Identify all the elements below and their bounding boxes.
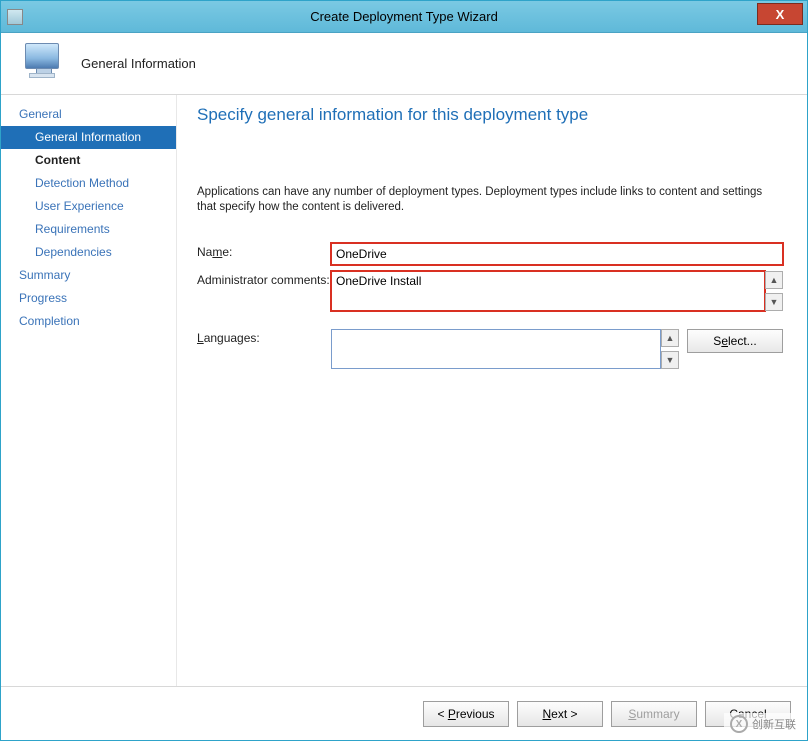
sidebar-item-summary[interactable]: Summary [1, 264, 176, 287]
name-input[interactable] [331, 243, 783, 265]
sidebar-item-general-information[interactable]: General Information [1, 126, 176, 149]
watermark: X 创新互联 [724, 713, 802, 735]
watermark-logo-icon: X [730, 715, 748, 733]
computer-icon [19, 43, 63, 85]
sidebar-item-content[interactable]: Content [1, 149, 176, 172]
sidebar-item-dependencies[interactable]: Dependencies [1, 241, 176, 264]
sidebar-item-detection-method[interactable]: Detection Method [1, 172, 176, 195]
name-label: Name: [197, 243, 331, 259]
titlebar: Create Deployment Type Wizard X [1, 1, 807, 33]
page-description: Applications can have any number of depl… [197, 185, 783, 215]
languages-scroll: ▲ ▼ [661, 329, 679, 369]
next-button[interactable]: Next > [517, 701, 603, 727]
name-row: Name: [197, 243, 783, 265]
previous-button[interactable]: < Previous [423, 701, 509, 727]
header-title: General Information [81, 56, 196, 71]
sidebar-item-progress[interactable]: Progress [1, 287, 176, 310]
wizard-header: General Information [1, 33, 807, 95]
close-button[interactable]: X [757, 3, 803, 25]
scroll-down-icon[interactable]: ▼ [765, 293, 783, 311]
select-languages-button[interactable]: Select... [687, 329, 783, 353]
comments-row: Administrator comments: ▲ ▼ [197, 271, 783, 311]
window-title: Create Deployment Type Wizard [1, 9, 807, 24]
page-heading: Specify general information for this dep… [197, 105, 783, 125]
wizard-body: General General Information Content Dete… [1, 95, 807, 686]
scroll-down-icon[interactable]: ▼ [661, 351, 679, 369]
sidebar: General General Information Content Dete… [1, 95, 177, 686]
sidebar-item-requirements[interactable]: Requirements [1, 218, 176, 241]
languages-row: Languages: ▲ ▼ Select... [197, 329, 783, 369]
scroll-up-icon[interactable]: ▲ [765, 271, 783, 289]
summary-button: Summary [611, 701, 697, 727]
sidebar-item-general[interactable]: General [1, 103, 176, 126]
sidebar-item-completion[interactable]: Completion [1, 310, 176, 333]
scroll-up-icon[interactable]: ▲ [661, 329, 679, 347]
wizard-window: Create Deployment Type Wizard X General … [0, 0, 808, 741]
wizard-footer: < Previous Next > Summary Cancel [1, 686, 807, 740]
languages-label: Languages: [197, 329, 331, 345]
comments-scroll: ▲ ▼ [765, 271, 783, 311]
comments-textarea[interactable] [331, 271, 765, 311]
sidebar-item-user-experience[interactable]: User Experience [1, 195, 176, 218]
watermark-text: 创新互联 [752, 716, 796, 732]
languages-listbox[interactable] [331, 329, 661, 369]
comments-label: Administrator comments: [197, 271, 331, 287]
main-panel: Specify general information for this dep… [177, 95, 807, 686]
